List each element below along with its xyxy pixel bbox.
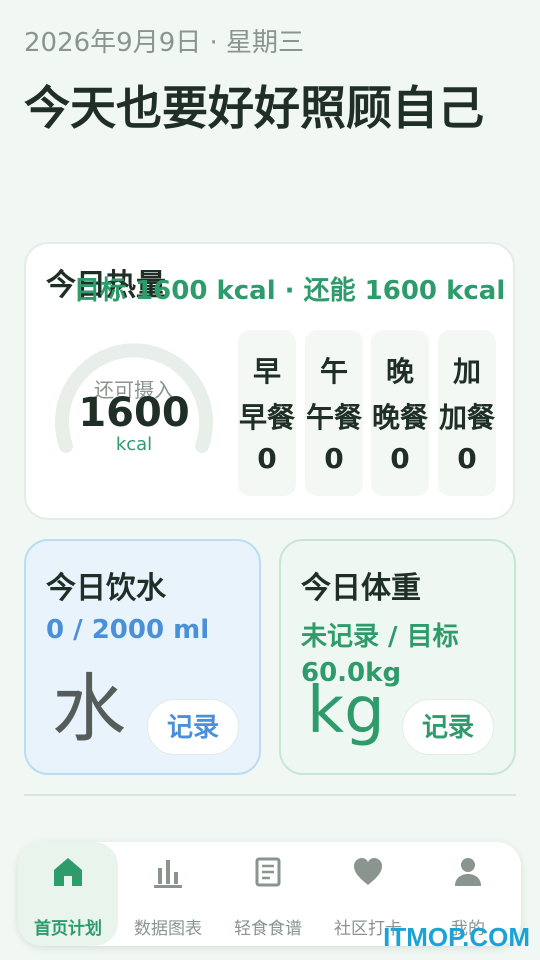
- bar-chart-icon: [154, 860, 182, 888]
- home-icon: [54, 858, 82, 886]
- calorie-card[interactable]: 今日热量 目标 1600 kcal · 还能 1600 kcal 还可摄入 16…: [24, 242, 515, 520]
- book-icon: [255, 857, 281, 887]
- weight-icon: kg: [307, 674, 385, 748]
- meal-short-label: 早: [252, 355, 281, 388]
- water-icon: 水: [52, 666, 126, 752]
- water-card[interactable]: 今日饮水 0 / 2000 ml 水 记录: [24, 539, 261, 775]
- meal-short-label: 午: [319, 355, 348, 388]
- water-record-button[interactable]: 记录: [147, 699, 239, 755]
- meal-dinner[interactable]: 晚 晚餐 0: [371, 330, 429, 496]
- weight-card-title: 今日体重: [301, 571, 421, 606]
- tab-label: 数据图表: [134, 919, 202, 939]
- water-card-title: 今日饮水: [46, 571, 166, 606]
- user-icon: [455, 858, 481, 886]
- meal-short-label: 加: [452, 355, 481, 388]
- tab-label: 轻食食谱: [234, 919, 302, 939]
- heart-icon: [354, 858, 382, 885]
- tab-data-charts[interactable]: 数据图表: [118, 842, 218, 946]
- meal-short-label: 晚: [385, 355, 414, 388]
- weight-card[interactable]: 今日体重 未记录 / 目标 60.0kg kg 记录: [279, 539, 516, 775]
- meal-snack[interactable]: 加 加餐 0: [438, 330, 496, 496]
- section-divider: [24, 794, 516, 796]
- meal-value: 0: [457, 442, 477, 475]
- meal-name: 午餐: [305, 401, 362, 434]
- meal-value: 0: [257, 442, 277, 475]
- tab-light-recipes[interactable]: 轻食食谱: [218, 842, 318, 946]
- meal-value: 0: [390, 442, 410, 475]
- gauge-value: 1600: [78, 390, 190, 436]
- meal-name: 早餐: [238, 401, 295, 434]
- meal-lunch[interactable]: 午 午餐 0: [305, 330, 363, 496]
- weight-record-button[interactable]: 记录: [402, 699, 494, 755]
- water-amount: 0 / 2000 ml: [46, 615, 210, 645]
- tab-label: 首页计划: [34, 919, 102, 939]
- date-label: 2026年9月9日 · 星期三: [24, 28, 305, 58]
- meal-name: 加餐: [438, 401, 495, 434]
- tab-home-plan[interactable]: 首页计划: [18, 842, 118, 946]
- greeting-title: 今天也要好好照顾自己: [24, 81, 484, 135]
- meal-value: 0: [324, 442, 344, 475]
- gauge-unit: kcal: [115, 434, 153, 455]
- meal-name: 晚餐: [371, 401, 428, 434]
- watermark-logo: ITMOP.COM: [383, 922, 530, 952]
- calorie-target-summary: 目标 1600 kcal · 还能 1600 kcal: [74, 276, 506, 306]
- meal-breakfast[interactable]: 早 早餐 0: [238, 330, 296, 496]
